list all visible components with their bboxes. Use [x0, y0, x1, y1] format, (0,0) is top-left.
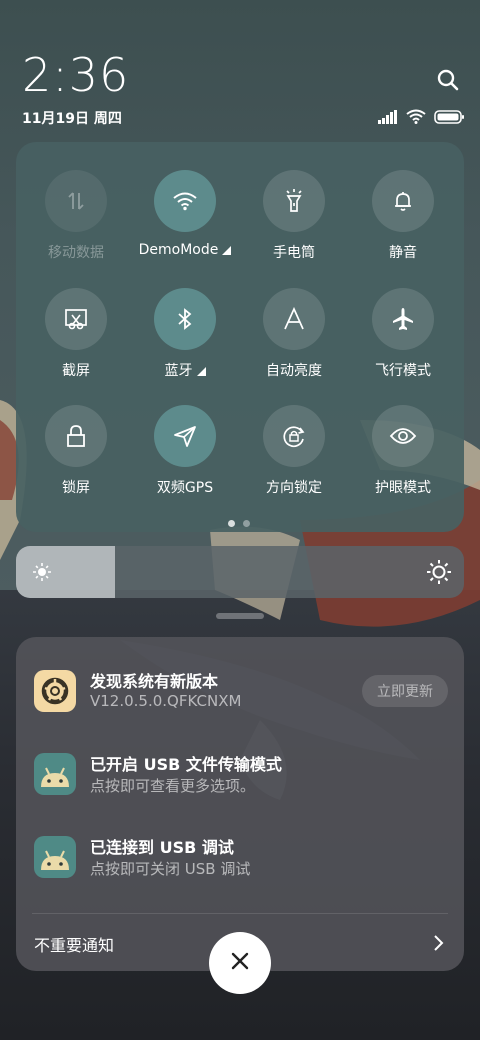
- brightness-slider[interactable]: [16, 546, 464, 598]
- tile-bluetooth[interactable]: 蓝牙: [130, 288, 240, 398]
- android-icon: [34, 753, 76, 795]
- tile-label: 护眼模式: [375, 480, 431, 496]
- tile-airplane[interactable]: 飞行模式: [348, 288, 458, 398]
- clock: 2:36: [22, 48, 130, 102]
- system-status-icons: [378, 109, 464, 128]
- tile-label: 飞行模式: [375, 363, 431, 379]
- tile-screenshot[interactable]: 截屏: [21, 288, 131, 398]
- tile-label: 手电筒: [273, 245, 315, 261]
- tile-label: 锁屏: [62, 480, 90, 496]
- page-dot: [243, 520, 250, 527]
- battery-icon: [434, 109, 464, 128]
- tile-auto-brightness[interactable]: 自动亮度: [239, 288, 349, 398]
- divider: [32, 913, 448, 914]
- page-dot-active: [228, 520, 235, 527]
- brightness-low-icon: [32, 562, 52, 586]
- airplane-icon: [372, 288, 434, 350]
- tile-label: 方向锁定: [266, 480, 322, 496]
- notification-usb-debugging[interactable]: 已连接到 USB 调试 点按即可关闭 USB 调试: [34, 836, 454, 896]
- less-important-notifications-link[interactable]: 不重要通知: [34, 932, 114, 956]
- wifi-icon: [154, 170, 216, 232]
- eye-icon: [372, 405, 434, 467]
- brightness-high-icon: [426, 559, 452, 589]
- notification-usb-transfer[interactable]: 已开启 USB 文件传输模式 点按即可查看更多选项。: [34, 753, 454, 813]
- tile-label: 自动亮度: [266, 363, 322, 379]
- screenshot-icon: [45, 288, 107, 350]
- drag-handle[interactable]: [216, 613, 264, 619]
- mobile-data-icon: [45, 170, 107, 232]
- notification-title: 发现系统有新版本: [90, 672, 219, 691]
- bell-icon: [372, 170, 434, 232]
- notification-subtitle: 点按即可关闭 USB 调试: [90, 860, 251, 878]
- close-icon: [231, 952, 249, 974]
- tile-label: DemoMode: [138, 242, 219, 258]
- search-icon[interactable]: [436, 68, 460, 92]
- tile-label: 静音: [389, 245, 417, 261]
- tile-flashlight[interactable]: 手电筒: [239, 170, 349, 280]
- clear-all-button[interactable]: [209, 932, 271, 994]
- notification-title: 已连接到 USB 调试: [90, 838, 234, 857]
- tile-label: 移动数据: [48, 245, 104, 261]
- tile-dual-gps[interactable]: 双频GPS: [130, 405, 240, 515]
- tile-eye-protection[interactable]: 护眼模式: [348, 405, 458, 515]
- tile-mute[interactable]: 静音: [348, 170, 458, 280]
- brightness-fill: [16, 546, 115, 598]
- expand-caret-icon: [222, 246, 232, 255]
- lock-icon: [45, 405, 107, 467]
- wifi-icon: [406, 109, 426, 128]
- tile-label: 截屏: [62, 363, 90, 379]
- notification-panel: 发现系统有新版本 V12.0.5.0.QFKCNXM 立即更新 已开启 USB …: [16, 637, 464, 971]
- tile-lock-screen[interactable]: 锁屏: [21, 405, 131, 515]
- tile-wifi[interactable]: DemoMode: [130, 170, 240, 280]
- expand-caret-icon: [196, 367, 206, 376]
- location-icon: [154, 405, 216, 467]
- quick-settings-panel: 移动数据 DemoMode 手电筒 静音 截屏 蓝牙 自动亮度 飞行模式 锁屏 …: [16, 142, 464, 532]
- date: 11月19日 周四: [22, 111, 122, 127]
- update-now-button[interactable]: 立即更新: [362, 675, 448, 707]
- tile-rotation-lock[interactable]: 方向锁定: [239, 405, 349, 515]
- signal-icon: [378, 109, 398, 128]
- tile-label: 双频GPS: [156, 480, 214, 496]
- tile-label: 蓝牙: [164, 363, 193, 379]
- flashlight-icon: [263, 170, 325, 232]
- update-app-icon: [34, 670, 76, 712]
- page-indicator: [228, 520, 250, 527]
- notification-subtitle: 点按即可查看更多选项。: [90, 777, 256, 795]
- rotation-lock-icon: [263, 405, 325, 467]
- notification-subtitle: V12.0.5.0.QFKCNXM: [90, 692, 242, 710]
- notification-title: 已开启 USB 文件传输模式: [90, 755, 282, 774]
- android-icon: [34, 836, 76, 878]
- bluetooth-icon: [154, 288, 216, 350]
- tile-mobile-data[interactable]: 移动数据: [21, 170, 131, 280]
- auto-brightness-icon: [263, 288, 325, 350]
- chevron-right-icon[interactable]: [432, 933, 446, 957]
